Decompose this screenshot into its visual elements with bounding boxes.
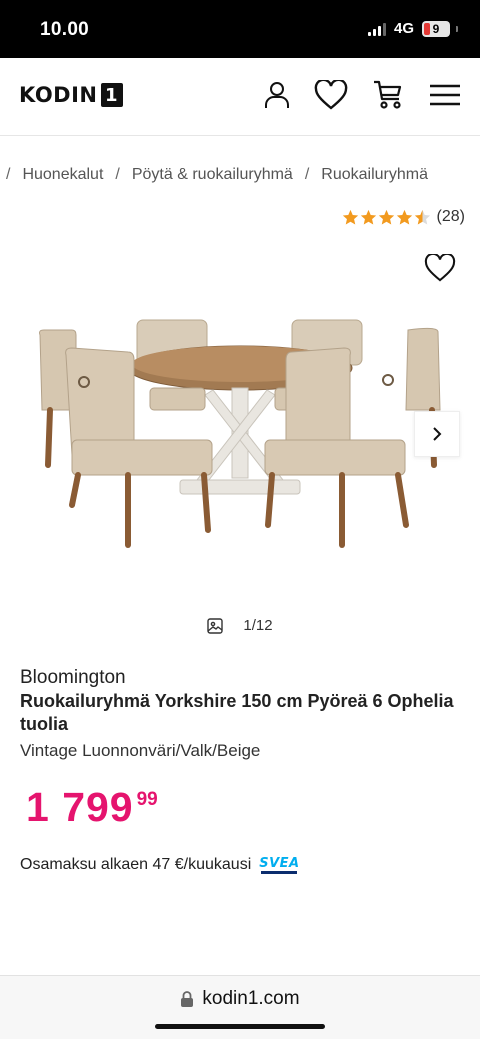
breadcrumb-item-ruokailuryhma[interactable]: Ruokailuryhmä bbox=[321, 166, 428, 184]
product-price: 1 799 99 bbox=[26, 783, 158, 831]
rating-stars bbox=[342, 209, 431, 226]
price-cents: 99 bbox=[136, 789, 158, 810]
installment-text: Osamaksu alkaen 47 €/kuukausi bbox=[20, 856, 252, 873]
network-type: 4G bbox=[393, 20, 414, 37]
chevron-right-icon bbox=[433, 427, 442, 441]
status-time: 10.00 bbox=[40, 19, 90, 40]
add-to-wishlist-button[interactable] bbox=[422, 250, 458, 286]
battery-level: 9 bbox=[432, 21, 440, 36]
breadcrumb-separator: / bbox=[6, 166, 11, 183]
product-image[interactable] bbox=[20, 300, 460, 575]
lock-icon bbox=[181, 990, 194, 1007]
url-text: kodin1.com bbox=[202, 988, 300, 1009]
image-icon bbox=[207, 617, 224, 634]
user-icon[interactable] bbox=[257, 75, 297, 115]
logo-text: KODIN bbox=[19, 83, 98, 107]
url-display[interactable]: kodin1.com bbox=[0, 988, 480, 1010]
installment-info[interactable]: Osamaksu alkaen 47 €/kuukausi SVEA bbox=[20, 856, 300, 874]
image-counter-text: 1/12 bbox=[243, 617, 273, 634]
breadcrumb: / Huonekalut / Pöytä & ruokailuryhmä / R… bbox=[6, 166, 440, 184]
svea-logo: SVEA bbox=[259, 857, 299, 874]
rating-count: (28) bbox=[436, 208, 465, 225]
image-counter: 1/12 bbox=[0, 617, 480, 634]
breadcrumb-item-poyta[interactable]: Pöytä & ruokailuryhmä bbox=[132, 166, 293, 184]
breadcrumb-separator: / bbox=[304, 166, 310, 183]
product-title: Ruokailuryhmä Yorkshire 150 cm Pyöreä 6 … bbox=[20, 691, 454, 734]
star-icon bbox=[342, 209, 358, 225]
star-icon bbox=[360, 209, 376, 225]
product-variant: Vintage Luonnonväri/Valk/Beige bbox=[20, 741, 261, 760]
product-rating[interactable]: (28) bbox=[342, 208, 465, 226]
site-logo[interactable]: KODIN 1 bbox=[19, 83, 123, 107]
star-icon bbox=[378, 209, 394, 225]
cart-icon[interactable] bbox=[368, 75, 408, 115]
price-main: 1 799 bbox=[26, 784, 134, 830]
home-indicator[interactable] bbox=[155, 1024, 325, 1029]
half-star-icon bbox=[414, 209, 430, 225]
logo-number: 1 bbox=[100, 83, 123, 107]
battery-icon: 9 bbox=[422, 20, 450, 37]
star-icon bbox=[396, 209, 412, 225]
status-indicators: 4G 9 bbox=[367, 20, 458, 37]
svea-logo-text: SVEA bbox=[259, 855, 300, 871]
next-image-button[interactable] bbox=[414, 411, 460, 457]
breadcrumb-separator: / bbox=[115, 166, 120, 183]
heart-icon bbox=[424, 254, 456, 282]
browser-address-bar[interactable]: kodin1.com bbox=[0, 975, 480, 1039]
menu-icon[interactable] bbox=[425, 75, 465, 115]
heart-icon[interactable] bbox=[311, 75, 351, 115]
signal-icon bbox=[367, 22, 386, 36]
site-header: KODIN 1 bbox=[0, 58, 480, 136]
status-bar: 10.00 4G 9 bbox=[0, 0, 480, 58]
breadcrumb-item-huonekalut[interactable]: Huonekalut bbox=[22, 166, 103, 184]
product-brand[interactable]: Bloomington bbox=[20, 667, 126, 689]
